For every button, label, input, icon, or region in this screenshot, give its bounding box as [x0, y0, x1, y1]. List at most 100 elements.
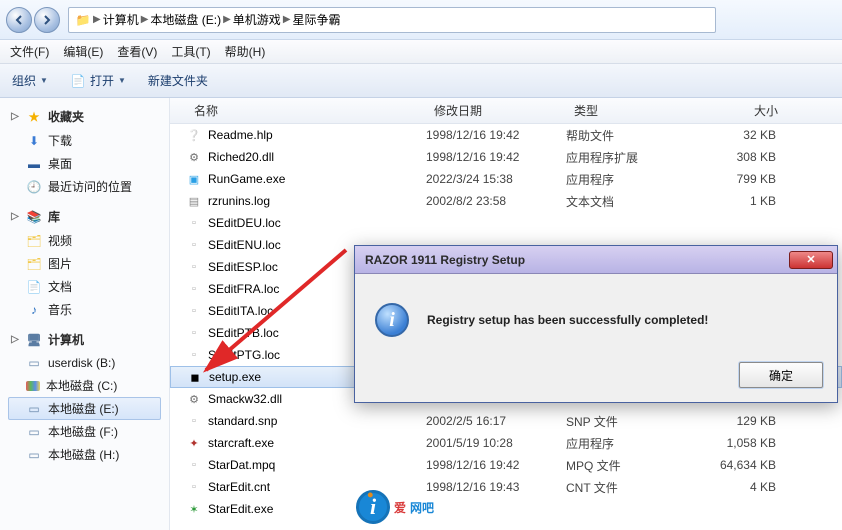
sidebar-item[interactable]: ▬桌面: [8, 152, 161, 175]
watermark-text: 爱: [394, 499, 406, 516]
file-icon: ▫: [186, 347, 202, 363]
sidebar-item-label: 下载: [48, 132, 72, 149]
file-date: 1998/12/16 19:42: [426, 150, 566, 164]
new-folder-button[interactable]: 新建文件夹: [148, 72, 208, 89]
file-type: SNP 文件: [566, 413, 686, 430]
menu-view[interactable]: 查看(V): [117, 43, 157, 60]
organize-button[interactable]: 组织▼: [12, 72, 48, 89]
sidebar-item-label: 桌面: [48, 155, 72, 172]
dialog-titlebar[interactable]: RAZOR 1911 Registry Setup ✕: [355, 246, 837, 274]
chevron-right-icon: ▶: [283, 14, 291, 25]
sidebar-item[interactable]: 🗂图片: [8, 252, 161, 275]
sidebar-group-favorites[interactable]: ▷ ★ 收藏夹: [10, 108, 161, 125]
col-size[interactable]: 大小: [686, 102, 786, 119]
menu-tools[interactable]: 工具(T): [171, 43, 210, 60]
file-row[interactable]: ⚙Riched20.dll1998/12/16 19:42应用程序扩展308 K…: [170, 146, 842, 168]
file-icon: ▤: [186, 193, 202, 209]
sidebar-item-icon: ♪: [26, 302, 42, 318]
file-type: CNT 文件: [566, 479, 686, 496]
sidebar-item-label: 图片: [48, 255, 72, 272]
dialog-message: Registry setup has been successfully com…: [427, 313, 708, 327]
col-type[interactable]: 类型: [566, 102, 686, 119]
sidebar-group-library[interactable]: ▷ 📚 库: [10, 208, 161, 225]
ok-button[interactable]: 确定: [739, 362, 823, 388]
sidebar: ▷ ★ 收藏夹 ⬇下载▬桌面🕘最近访问的位置 ▷ 📚 库 🗂 视频 🗂图片📄文档♪音…: [0, 98, 170, 530]
file-date: 1998/12/16 19:43: [426, 480, 566, 494]
file-row[interactable]: ▤rzrunins.log2002/8/2 23:58文本文档1 KB: [170, 190, 842, 212]
file-row[interactable]: ❔Readme.hlp1998/12/16 19:42帮助文件32 KB: [170, 124, 842, 146]
sidebar-item[interactable]: 本地磁盘 (C:): [8, 374, 161, 397]
sidebar-group-computer[interactable]: ▷ 🖥 计算机: [10, 331, 161, 348]
sidebar-item-label: 视频: [48, 232, 72, 249]
file-row[interactable]: ▫SEditDEU.loc: [170, 212, 842, 234]
file-icon: ▫: [186, 259, 202, 275]
chevron-right-icon: ▶: [141, 14, 149, 25]
sidebar-item-label: 本地磁盘 (F:): [48, 423, 118, 440]
nav-forward-button[interactable]: [34, 7, 60, 33]
file-icon: ▫: [186, 215, 202, 231]
info-icon: i: [375, 303, 409, 337]
file-name: StarEdit.cnt: [208, 480, 270, 494]
dialog-registry-setup: RAZOR 1911 Registry Setup ✕ i Registry s…: [354, 245, 838, 403]
file-type: 帮助文件: [566, 127, 686, 144]
file-icon: ▣: [186, 171, 202, 187]
breadcrumb[interactable]: 单机游戏: [233, 11, 281, 28]
chevron-right-icon: ▶: [223, 14, 231, 25]
col-name[interactable]: 名称: [186, 102, 426, 119]
sidebar-item-label: userdisk (B:): [48, 356, 115, 370]
close-button[interactable]: ✕: [789, 251, 833, 269]
sidebar-item-icon: ▭: [26, 401, 42, 417]
file-size: 1 KB: [686, 194, 786, 208]
sidebar-item[interactable]: 🕘最近访问的位置: [8, 175, 161, 198]
menu-help[interactable]: 帮助(H): [225, 43, 266, 60]
sidebar-item[interactable]: ⬇下载: [8, 129, 161, 152]
col-date[interactable]: 修改日期: [426, 102, 566, 119]
file-size: 129 KB: [686, 414, 786, 428]
file-row[interactable]: ▣RunGame.exe2022/3/24 15:38应用程序799 KB: [170, 168, 842, 190]
file-row[interactable]: ▫StarDat.mpq1998/12/16 19:42MPQ 文件64,634…: [170, 454, 842, 476]
sidebar-item[interactable]: ♪音乐: [8, 298, 161, 321]
file-name: Riched20.dll: [208, 150, 274, 164]
sidebar-item-icon: ▭: [26, 424, 42, 440]
sidebar-item-icon: 🗂: [26, 233, 42, 249]
sidebar-item[interactable]: 📄文档: [8, 275, 161, 298]
file-name: StarDat.mpq: [208, 458, 275, 472]
file-name: standard.snp: [208, 414, 277, 428]
address-bar[interactable]: 📁 ▶ 计算机 ▶ 本地磁盘 (E:) ▶ 单机游戏 ▶ 星际争霸: [68, 7, 716, 33]
expander-icon[interactable]: ▷: [10, 335, 20, 345]
file-row[interactable]: ▫StarEdit.cnt1998/12/16 19:43CNT 文件4 KB: [170, 476, 842, 498]
watermark: i 爱 网吧: [356, 490, 434, 524]
expander-icon[interactable]: ▷: [10, 212, 20, 222]
file-icon: ▫: [186, 457, 202, 473]
file-size: 1,058 KB: [686, 436, 786, 450]
dialog-title: RAZOR 1911 Registry Setup: [365, 253, 525, 267]
breadcrumb[interactable]: 计算机: [103, 11, 139, 28]
sidebar-item[interactable]: ▭本地磁盘 (H:): [8, 443, 161, 466]
file-date: 1998/12/16 19:42: [426, 128, 566, 142]
library-icon: 📚: [26, 209, 42, 225]
sidebar-item-label: 文档: [48, 278, 72, 295]
file-date: 1998/12/16 19:42: [426, 458, 566, 472]
chevron-down-icon: ▼: [118, 76, 126, 85]
sidebar-item[interactable]: ▭ 本地磁盘 (F:): [8, 420, 161, 443]
menu-edit[interactable]: 编辑(E): [63, 43, 103, 60]
file-name: SEditFRA.loc: [208, 282, 279, 296]
file-row[interactable]: ▫standard.snp2002/2/5 16:17SNP 文件129 KB: [170, 410, 842, 432]
sidebar-item[interactable]: ▭本地磁盘 (E:): [8, 397, 161, 420]
file-name: Readme.hlp: [208, 128, 273, 142]
file-type: MPQ 文件: [566, 457, 686, 474]
sidebar-item-icon: ▭: [26, 447, 42, 463]
nav-back-button[interactable]: [6, 7, 32, 33]
file-row[interactable]: ✦starcraft.exe2001/5/19 10:28应用程序1,058 K…: [170, 432, 842, 454]
breadcrumb[interactable]: 星际争霸: [293, 11, 341, 28]
file-row[interactable]: ✶StarEdit.exe: [170, 498, 842, 520]
file-name: setup.exe: [209, 370, 261, 384]
open-button[interactable]: 📄 打开▼: [70, 72, 126, 89]
expander-icon[interactable]: ▷: [10, 112, 20, 122]
breadcrumb[interactable]: 本地磁盘 (E:): [150, 11, 221, 28]
sidebar-item[interactable]: ▭userdisk (B:): [8, 352, 161, 374]
sidebar-item[interactable]: 🗂 视频: [8, 229, 161, 252]
document-icon: 📄: [70, 73, 86, 89]
file-icon: ▫: [186, 281, 202, 297]
menu-file[interactable]: 文件(F): [10, 43, 49, 60]
